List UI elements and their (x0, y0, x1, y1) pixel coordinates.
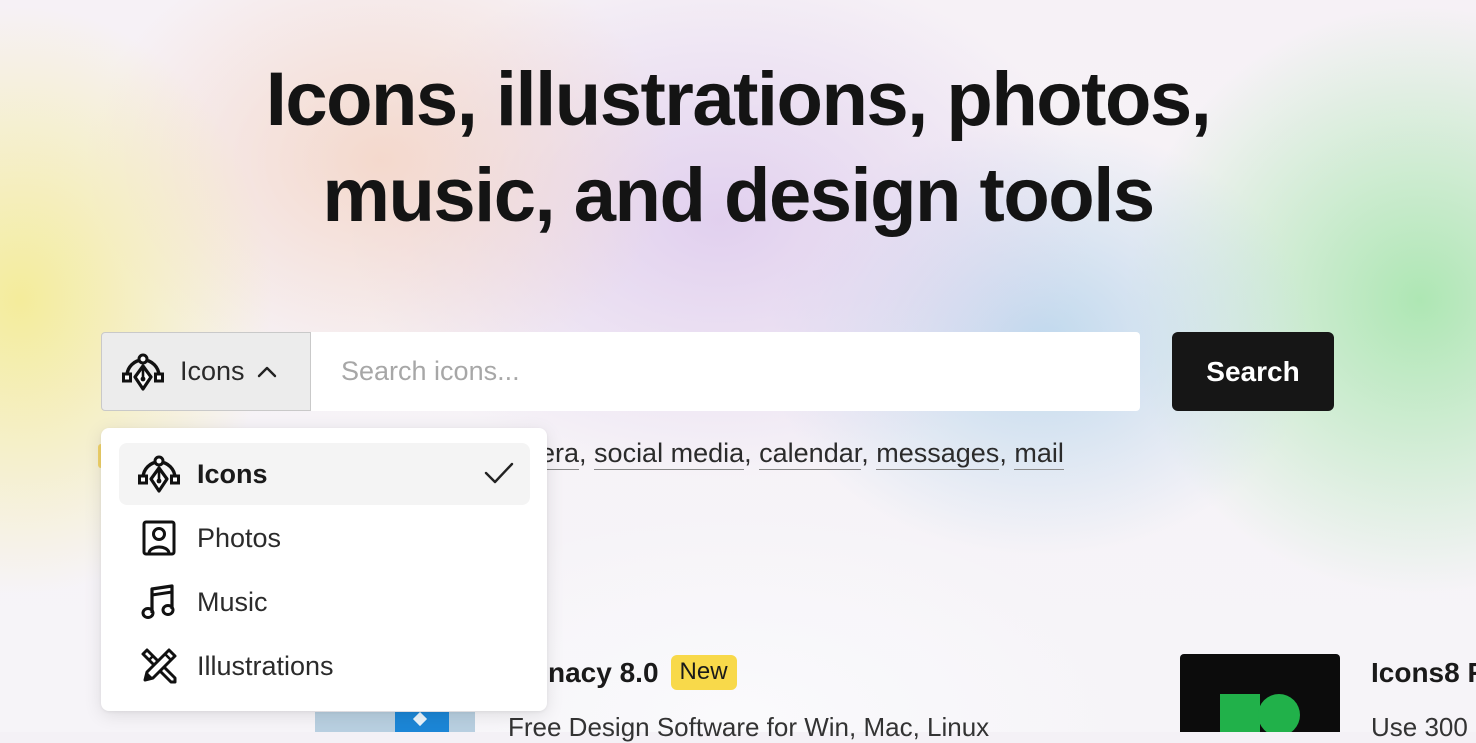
hero-title-line-1: Icons, illustrations, photos, (265, 57, 1212, 142)
category-label: Icons (180, 356, 245, 386)
product-thumbnail-left[interactable] (315, 712, 475, 732)
menu-item-music[interactable]: Music (119, 571, 530, 633)
music-note-icon (135, 578, 183, 626)
search-suggestions: era, social media, calendar, messages, m… (540, 438, 1064, 470)
chevron-up-icon (257, 365, 277, 379)
portrait-photo-icon (135, 514, 183, 562)
new-badge: New (670, 655, 737, 690)
product-title: nacy 8.0 (548, 656, 659, 688)
illustration-brush-icon (135, 642, 183, 690)
hero-title-line-2: music, and design tools (322, 153, 1155, 238)
pen-tool-icon (120, 349, 166, 395)
menu-item-photos[interactable]: Photos (119, 507, 530, 569)
suggestion-link[interactable]: calendar (759, 438, 862, 470)
search-button[interactable]: Search (1172, 332, 1334, 411)
menu-item-icons[interactable]: Icons (119, 443, 530, 505)
search-bar: Icons (101, 332, 1140, 411)
search-input[interactable] (311, 332, 1140, 411)
menu-item-label: Music (197, 586, 268, 617)
hero-title: Icons, illustrations, photos, music, and… (0, 52, 1476, 244)
menu-item-label: Illustrations (197, 650, 334, 681)
menu-item-illustrations[interactable]: Illustrations (119, 635, 530, 697)
suggestion-link[interactable]: messages (876, 438, 1000, 470)
category-select[interactable]: Icons (101, 332, 311, 411)
product-thumbnail-right[interactable] (1180, 654, 1340, 732)
product-card-title-right[interactable]: Icons8 F (1371, 657, 1476, 689)
menu-item-label: Photos (197, 522, 282, 553)
suggestion-link[interactable]: social media (594, 438, 745, 470)
pen-tool-icon (135, 450, 183, 498)
product-description-left: Free Design Software for Win, Mac, Linux (508, 712, 990, 742)
suggestion-link[interactable]: mail (1014, 438, 1064, 470)
product-card-title-left[interactable]: nacy 8.0 New (548, 655, 737, 690)
product-description-right: Use 300 (1371, 712, 1468, 742)
checkmark-icon (484, 461, 514, 490)
menu-item-label: Icons (197, 458, 268, 489)
category-dropdown-menu: Icons Photos Music Illustrations (101, 428, 547, 711)
